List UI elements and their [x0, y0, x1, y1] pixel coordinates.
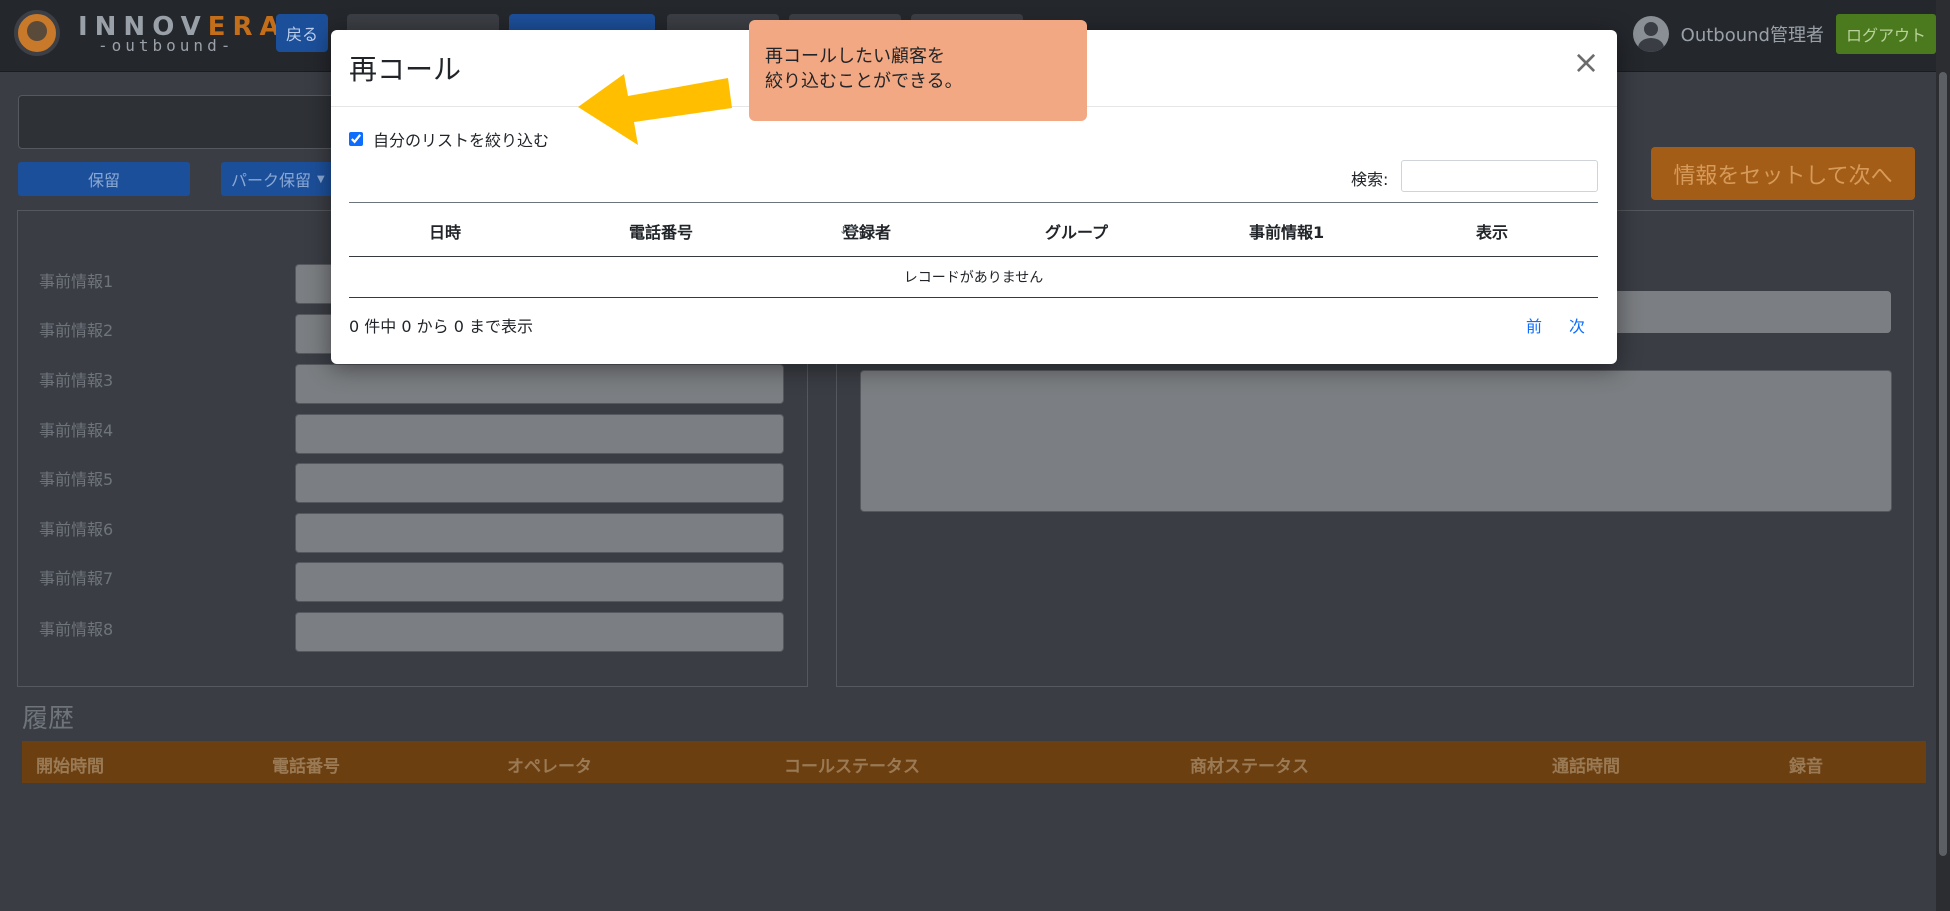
- field-label-4: 事前情報4: [39, 421, 114, 440]
- prev-page-link[interactable]: 前: [1526, 313, 1542, 337]
- history-col-operator[interactable]: オペレータ: [507, 752, 592, 777]
- history-col-recording[interactable]: 録音: [1789, 752, 1823, 777]
- memo-textarea[interactable]: [860, 370, 1892, 512]
- annotation-arrow-icon: [578, 74, 732, 145]
- hold-button[interactable]: 保留: [18, 162, 190, 196]
- modal-title: 再コール: [349, 53, 462, 86]
- brand-logo-icon: [14, 10, 60, 56]
- sort-desc-icon[interactable]: ↓≡: [839, 220, 857, 238]
- history-col-phone[interactable]: 電話番号: [272, 752, 340, 777]
- close-icon[interactable]: ×: [1571, 44, 1601, 80]
- search-input[interactable]: [1401, 160, 1598, 192]
- logout-button[interactable]: ログアウト: [1835, 14, 1936, 54]
- user-name: Outbound管理者: [1680, 25, 1824, 46]
- history-col-start-time[interactable]: 開始時間: [36, 752, 104, 777]
- history-col-call-status[interactable]: コールステータス: [784, 752, 920, 777]
- empty-table-row: レコードがありません: [349, 257, 1598, 298]
- col-datetime[interactable]: 日時: [429, 219, 461, 243]
- history-col-duration[interactable]: 通話時間: [1552, 752, 1620, 777]
- field-label-2: 事前情報2: [39, 321, 114, 340]
- col-pre-info-1[interactable]: 事前情報1: [1249, 219, 1324, 243]
- field-input-3[interactable]: [295, 364, 784, 404]
- callout-line-2: 絞り込むことができる。: [765, 71, 963, 92]
- scrollbar-thumb[interactable]: [1939, 72, 1947, 856]
- history-title: 履歴: [22, 704, 75, 734]
- park-hold-dropdown[interactable]: パーク保留 ▼: [221, 162, 341, 196]
- field-input-4[interactable]: [295, 414, 784, 454]
- recall-table-header: 日時 電話番号 登録者 グループ 事前情報1 表示: [349, 202, 1598, 257]
- own-list-filter[interactable]: 自分のリストを絞り込む: [349, 127, 549, 151]
- own-list-filter-label: 自分のリストを絞り込む: [373, 131, 550, 150]
- user-area: Outbound管理者 ログアウト: [1632, 14, 1936, 54]
- back-button[interactable]: 戻る: [276, 14, 328, 52]
- field-label-3: 事前情報3: [39, 371, 114, 390]
- brand-subtitle: -outbound-: [98, 36, 235, 55]
- field-label-1: 事前情報1: [39, 272, 114, 291]
- col-group[interactable]: グループ: [1045, 219, 1108, 243]
- search-label: 検索:: [1351, 170, 1389, 189]
- table-info: 0 件中 0 から 0 まで表示: [349, 317, 533, 336]
- field-label-7: 事前情報7: [39, 569, 114, 588]
- field-label-5: 事前情報5: [39, 470, 114, 489]
- set-info-next-button[interactable]: 情報をセットして次へ: [1651, 147, 1915, 200]
- field-label-8: 事前情報8: [39, 620, 114, 639]
- annotation-callout: 再コールしたい顧客を 絞り込むことができる。: [749, 20, 1087, 121]
- user-avatar-icon: [1632, 16, 1669, 52]
- history-col-product-status[interactable]: 商材ステータス: [1190, 752, 1309, 777]
- next-page-link[interactable]: 次: [1569, 313, 1585, 337]
- field-input-7[interactable]: [295, 562, 784, 602]
- own-list-checkbox[interactable]: [349, 132, 363, 146]
- col-display[interactable]: 表示: [1476, 219, 1508, 243]
- phone-number-input[interactable]: [18, 95, 338, 149]
- field-input-8[interactable]: [295, 612, 784, 652]
- history-table-header: 開始時間 電話番号 オペレータ コールステータス 商材ステータス 通話時間 録音: [22, 741, 1926, 783]
- caret-down-icon: ▼: [317, 173, 325, 185]
- field-label-6: 事前情報6: [39, 520, 114, 539]
- callout-line-1: 再コールしたい顧客を: [765, 46, 945, 67]
- field-input-5[interactable]: [295, 463, 784, 503]
- park-hold-label: パーク保留: [231, 171, 312, 190]
- col-phone[interactable]: 電話番号: [629, 219, 693, 243]
- field-input-6[interactable]: [295, 513, 784, 553]
